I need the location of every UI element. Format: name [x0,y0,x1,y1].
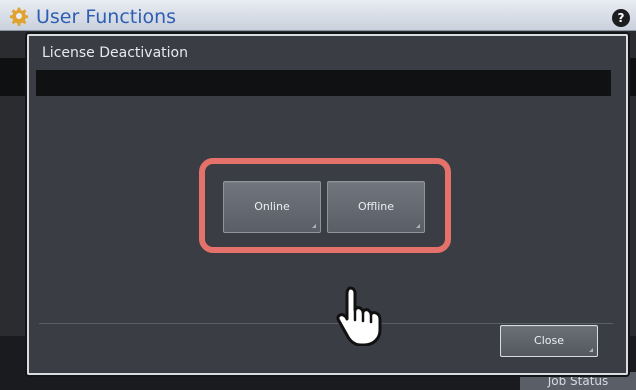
close-button-label: Close [534,334,564,347]
corner-indicator-icon [416,224,420,228]
app-title: User Functions [36,6,177,28]
pointing-hand-icon [336,286,382,346]
dialog-title: License Deactivation [42,45,188,61]
top-bar: User Functions ? [0,0,636,31]
dialog-divider [39,323,613,324]
offline-button[interactable]: Offline [327,181,425,233]
online-button[interactable]: Online [223,181,321,233]
close-button[interactable]: Close [500,325,598,357]
message-bar [36,70,611,96]
gear-icon [9,7,29,26]
help-icon[interactable]: ? [612,9,630,27]
corner-indicator-icon [312,224,316,228]
online-button-label: Online [254,200,290,213]
offline-button-label: Offline [357,200,395,213]
corner-indicator-icon [589,348,593,352]
license-deactivation-dialog: License Deactivation Online Offline Clos… [27,34,628,375]
